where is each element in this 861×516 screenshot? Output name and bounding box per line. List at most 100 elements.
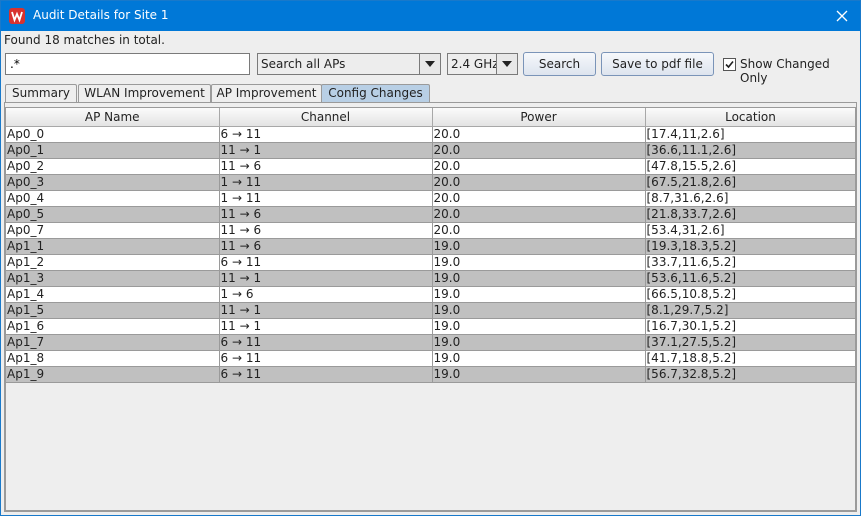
channel-cell: 11 → 6 bbox=[219, 222, 433, 239]
table-row[interactable]: Ap1_4 1 → 6 19.0 [66.5,10.8,5.2] bbox=[6, 286, 855, 303]
config-changes-table: AP Name Channel Power Location Ap0_0 6 → … bbox=[5, 107, 856, 511]
power-cell: 19.0 bbox=[432, 270, 646, 287]
location-cell: [36.6,11.1,2.6] bbox=[645, 142, 855, 159]
channel-cell: 11 → 1 bbox=[219, 318, 433, 335]
location-cell: [19.3,18.3,5.2] bbox=[645, 238, 855, 255]
ap-name-cell: Ap0_7 bbox=[6, 222, 220, 239]
ap-name-cell: Ap1_8 bbox=[6, 350, 220, 367]
close-icon bbox=[836, 10, 848, 22]
power-cell: 20.0 bbox=[432, 190, 646, 207]
table-row[interactable]: Ap1_5 11 → 1 19.0 [8.1,29.7,5.2] bbox=[6, 302, 855, 319]
power-cell: 19.0 bbox=[432, 238, 646, 255]
chevron-down-icon bbox=[502, 61, 512, 67]
power-cell: 19.0 bbox=[432, 254, 646, 271]
table-row[interactable]: Ap1_8 6 → 11 19.0 [41.7,18.8,5.2] bbox=[6, 350, 855, 367]
ap-name-cell: Ap1_2 bbox=[6, 254, 220, 271]
location-cell: [53.4,31,2.6] bbox=[645, 222, 855, 239]
power-cell: 19.0 bbox=[432, 286, 646, 303]
location-cell: [41.7,18.8,5.2] bbox=[645, 350, 855, 367]
table-row[interactable]: Ap0_4 1 → 11 20.0 [8.7,31.6,2.6] bbox=[6, 190, 855, 207]
location-cell: [53.6,11.6,5.2] bbox=[645, 270, 855, 287]
power-cell: 19.0 bbox=[432, 366, 646, 383]
ap-name-cell: Ap1_9 bbox=[6, 366, 220, 383]
table-row[interactable]: Ap0_3 1 → 11 20.0 [67.5,21.8,2.6] bbox=[6, 174, 855, 191]
ap-scope-value: Search all APs bbox=[261, 57, 346, 71]
match-count-text: Found 18 matches in total. bbox=[4, 33, 165, 47]
window-title: Audit Details for Site 1 bbox=[33, 8, 169, 22]
audit-details-window: Audit Details for Site 1 Found 18 matche… bbox=[0, 0, 861, 516]
table-row[interactable]: Ap1_9 6 → 11 19.0 [56.7,32.8,5.2] bbox=[6, 366, 855, 383]
table-row[interactable]: Ap1_3 11 → 1 19.0 [53.6,11.6,5.2] bbox=[6, 270, 855, 287]
location-cell: [17.4,11,2.6] bbox=[645, 126, 855, 143]
channel-cell: 1 → 11 bbox=[219, 190, 433, 207]
tab-config-changes[interactable]: Config Changes bbox=[321, 84, 430, 102]
channel-cell: 11 → 6 bbox=[219, 206, 433, 223]
save-pdf-button[interactable]: Save to pdf file bbox=[601, 52, 714, 76]
power-cell: 20.0 bbox=[432, 142, 646, 159]
band-value: 2.4 GHz bbox=[451, 57, 499, 71]
table-row[interactable]: Ap0_2 11 → 6 20.0 [47.8,15.5,2.6] bbox=[6, 158, 855, 175]
ap-scope-dropdown-button[interactable] bbox=[419, 54, 440, 74]
table-row[interactable]: Ap1_7 6 → 11 19.0 [37.1,27.5,5.2] bbox=[6, 334, 855, 351]
table-row[interactable]: Ap0_1 11 → 1 20.0 [36.6,11.1,2.6] bbox=[6, 142, 855, 159]
band-select[interactable]: 2.4 GHz bbox=[447, 53, 518, 75]
channel-cell: 6 → 11 bbox=[219, 366, 433, 383]
column-header-channel[interactable]: Channel bbox=[219, 108, 433, 127]
chevron-down-icon bbox=[425, 61, 435, 67]
channel-cell: 6 → 11 bbox=[219, 126, 433, 143]
channel-cell: 6 → 11 bbox=[219, 350, 433, 367]
channel-cell: 1 → 11 bbox=[219, 174, 433, 191]
search-button[interactable]: Search bbox=[523, 52, 596, 76]
channel-cell: 11 → 6 bbox=[219, 238, 433, 255]
channel-cell: 11 → 1 bbox=[219, 270, 433, 287]
location-cell: [67.5,21.8,2.6] bbox=[645, 174, 855, 191]
ap-name-cell: Ap1_7 bbox=[6, 334, 220, 351]
power-cell: 19.0 bbox=[432, 350, 646, 367]
check-icon bbox=[725, 60, 734, 69]
band-dropdown-button[interactable] bbox=[496, 54, 517, 74]
power-cell: 20.0 bbox=[432, 126, 646, 143]
show-changed-checkbox[interactable] bbox=[723, 58, 736, 71]
channel-cell: 11 → 1 bbox=[219, 302, 433, 319]
ap-name-cell: Ap0_2 bbox=[6, 158, 220, 175]
search-input[interactable] bbox=[5, 53, 250, 75]
location-cell: [33.7,11.6,5.2] bbox=[645, 254, 855, 271]
location-cell: [47.8,15.5,2.6] bbox=[645, 158, 855, 175]
table-row[interactable]: Ap1_6 11 → 1 19.0 [16.7,30.1,5.2] bbox=[6, 318, 855, 335]
tab-summary[interactable]: Summary bbox=[5, 84, 77, 102]
column-header-ap-name[interactable]: AP Name bbox=[6, 108, 220, 127]
location-cell: [66.5,10.8,5.2] bbox=[645, 286, 855, 303]
ap-scope-select[interactable]: Search all APs bbox=[257, 53, 441, 75]
table-row[interactable]: Ap0_5 11 → 6 20.0 [21.8,33.7,2.6] bbox=[6, 206, 855, 223]
table-row[interactable]: Ap0_0 6 → 11 20.0 [17.4,11,2.6] bbox=[6, 126, 855, 143]
location-cell: [8.1,29.7,5.2] bbox=[645, 302, 855, 319]
power-cell: 20.0 bbox=[432, 206, 646, 223]
power-cell: 19.0 bbox=[432, 334, 646, 351]
ap-name-cell: Ap1_3 bbox=[6, 270, 220, 287]
ap-name-cell: Ap0_1 bbox=[6, 142, 220, 159]
ap-name-cell: Ap0_4 bbox=[6, 190, 220, 207]
location-cell: [8.7,31.6,2.6] bbox=[645, 190, 855, 207]
channel-cell: 11 → 6 bbox=[219, 158, 433, 175]
location-cell: [21.8,33.7,2.6] bbox=[645, 206, 855, 223]
column-header-power[interactable]: Power bbox=[432, 108, 646, 127]
show-changed-label[interactable]: Show Changed Only bbox=[740, 57, 860, 85]
close-button[interactable] bbox=[824, 1, 860, 31]
ap-name-cell: Ap1_4 bbox=[6, 286, 220, 303]
table-body: Ap0_0 6 → 11 20.0 [17.4,11,2.6] Ap0_1 11 → 12… bbox=[6, 126, 855, 383]
tab-ap-improvement[interactable]: AP Improvement bbox=[211, 84, 322, 102]
app-logo-icon bbox=[9, 8, 25, 24]
table-row[interactable]: Ap0_7 11 → 6 20.0 [53.4,31,2.6] bbox=[6, 222, 855, 239]
column-header-location[interactable]: Location bbox=[645, 108, 855, 127]
table-row[interactable]: Ap1_1 11 → 6 19.0 [19.3,18.3,5.2] bbox=[6, 238, 855, 255]
table-row[interactable]: Ap1_2 6 → 11 19.0 [33.7,11.6,5.2] bbox=[6, 254, 855, 271]
location-cell: [16.7,30.1,5.2] bbox=[645, 318, 855, 335]
ap-name-cell: Ap1_6 bbox=[6, 318, 220, 335]
power-cell: 19.0 bbox=[432, 318, 646, 335]
tab-wlan-improvement[interactable]: WLAN Improvement bbox=[78, 84, 211, 102]
ap-name-cell: Ap1_5 bbox=[6, 302, 220, 319]
ap-name-cell: Ap1_1 bbox=[6, 238, 220, 255]
power-cell: 20.0 bbox=[432, 174, 646, 191]
channel-cell: 6 → 11 bbox=[219, 334, 433, 351]
channel-cell: 6 → 11 bbox=[219, 254, 433, 271]
